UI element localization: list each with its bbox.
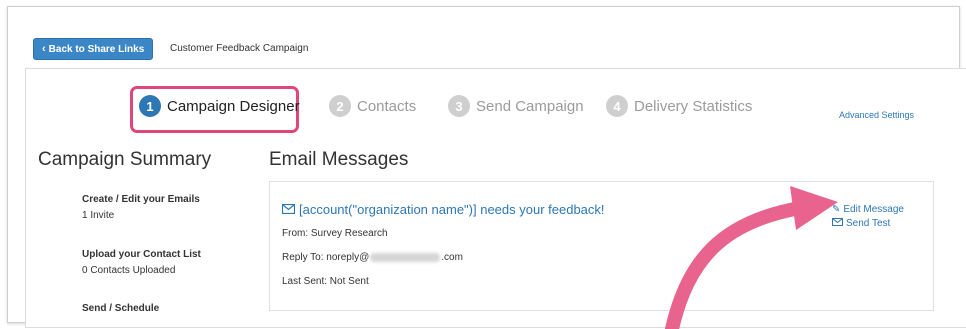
redacted-text [370, 252, 441, 262]
summary-item-heading: Create / Edit your Emails [82, 194, 200, 205]
summary-item-send-schedule[interactable]: Send / Schedule [82, 303, 159, 314]
summary-item-sub: 1 Invite [82, 210, 115, 221]
pencil-icon: ✎ [832, 204, 841, 215]
email-from: From: Survey Research [282, 228, 388, 239]
chevron-left-icon: ‹ [42, 43, 46, 55]
envelope-icon [832, 218, 843, 229]
reply-to-prefix: Reply To: noreply@ [282, 252, 370, 263]
step-label: Contacts [357, 97, 417, 115]
summary-item-heading: Upload your Contact List [82, 249, 201, 260]
edit-message-label: Edit Message [843, 204, 904, 215]
step-label: Campaign Designer [167, 97, 300, 115]
step-contacts[interactable]: 2 Contacts [329, 95, 416, 117]
breadcrumb: Customer Feedback Campaign [170, 43, 309, 54]
campaign-panel: 1 Campaign Designer 2 Contacts 3 Send Ca… [25, 68, 966, 328]
campaign-summary-title: Campaign Summary [38, 149, 212, 170]
step-number: 1 [139, 95, 161, 117]
step-delivery-statistics[interactable]: 4 Delivery Statistics [606, 95, 752, 117]
top-bar: ‹ Back to Share Links Customer Feedback … [8, 7, 959, 69]
email-reply-to: Reply To: noreply@ .com [282, 252, 463, 263]
email-subject: [account("organization name")] needs you… [299, 202, 605, 217]
step-number: 4 [606, 95, 628, 117]
summary-item-sub: 0 Contacts Uploaded [82, 265, 176, 276]
step-number: 2 [329, 95, 351, 117]
reply-to-suffix: .com [441, 252, 463, 263]
summary-item-upload-contacts[interactable]: Upload your Contact List 0 Contacts Uplo… [82, 249, 201, 276]
email-last-sent: Last Sent: Not Sent [282, 276, 369, 287]
step-wizard: 1 Campaign Designer 2 Contacts 3 Send Ca… [26, 69, 966, 144]
email-actions: ✎ Edit Message Send Test [832, 204, 904, 232]
envelope-icon [281, 202, 296, 217]
step-campaign-designer[interactable]: 1 Campaign Designer [139, 95, 300, 117]
back-button-label: Back to Share Links [48, 43, 145, 55]
step-label: Send Campaign [476, 97, 584, 115]
back-to-share-links-button[interactable]: ‹ Back to Share Links [33, 38, 154, 60]
edit-message-button[interactable]: ✎ Edit Message [832, 204, 904, 215]
summary-item-heading: Send / Schedule [82, 303, 160, 314]
advanced-settings-link[interactable]: Advanced Settings [839, 110, 914, 120]
summary-item-create-emails[interactable]: Create / Edit your Emails 1 Invite [82, 194, 200, 221]
step-number: 3 [448, 95, 470, 117]
email-message-card: [account("organization name")] needs you… [269, 181, 934, 311]
send-test-label: Send Test [846, 218, 891, 229]
step-send-campaign[interactable]: 3 Send Campaign [448, 95, 584, 117]
email-messages-title: Email Messages [269, 149, 409, 170]
step-label: Delivery Statistics [634, 97, 753, 115]
send-test-button[interactable]: Send Test [832, 218, 904, 229]
email-subject-link[interactable]: [account("organization name")] needs you… [281, 202, 605, 217]
